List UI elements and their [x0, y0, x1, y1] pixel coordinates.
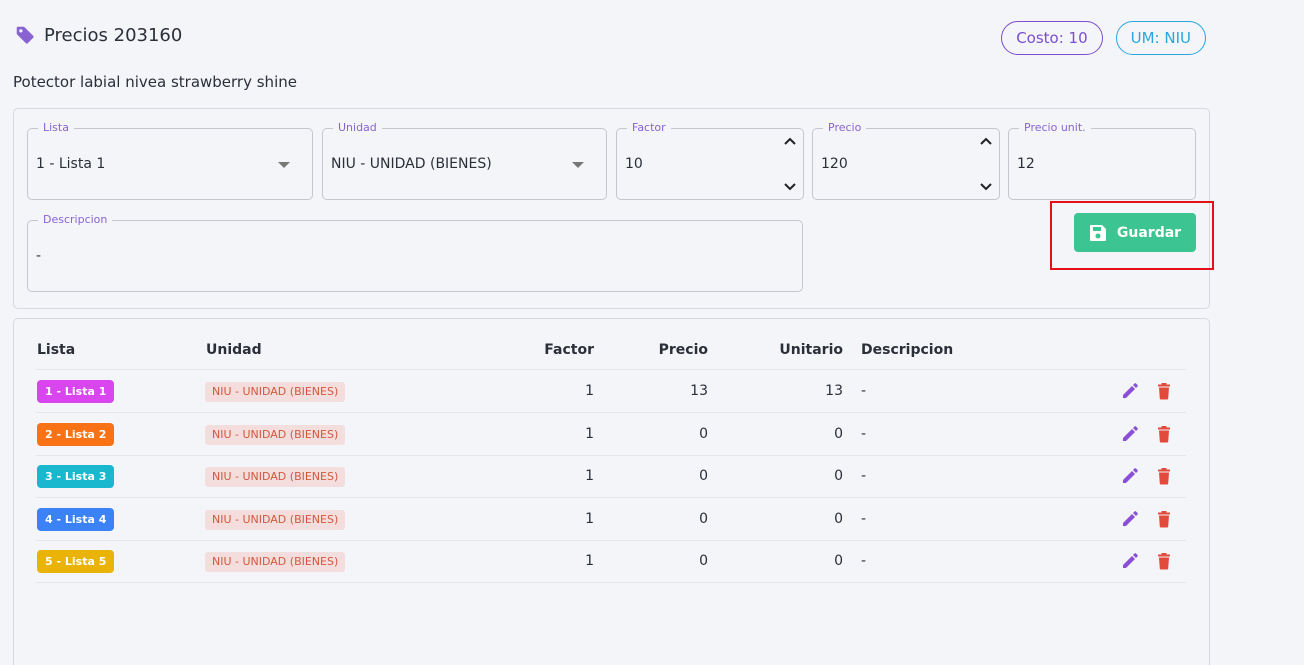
- descripcion-cell: -: [861, 425, 867, 442]
- precio-cell: 0: [699, 553, 708, 569]
- header-descripcion: Descripcion: [861, 342, 954, 358]
- descripcion-cell: -: [861, 383, 867, 399]
- dropdown-arrow-icon: [572, 162, 584, 168]
- dropdown-arrow-icon: [278, 162, 290, 168]
- product-description: Potector labial nivea strawberry shine: [13, 73, 297, 91]
- precio-value: 120: [821, 156, 848, 172]
- precio-unit-input[interactable]: Precio unit. 12: [1008, 121, 1196, 200]
- lista-badge: 4 - Lista 4: [37, 507, 115, 531]
- edit-icon[interactable]: [1121, 467, 1139, 485]
- precio-unit-label: Precio unit.: [1019, 121, 1091, 134]
- lista-badge: 3 - Lista 3: [37, 465, 115, 488]
- header-unitario: Unitario: [779, 342, 843, 358]
- table-row: 5 - Lista 5 NIU - UNIDAD (BIENES) 1 0 0 -: [36, 540, 1186, 583]
- table-header: Lista Unidad Factor Precio Unitario Desc…: [36, 333, 1186, 370]
- lista-badge: 5 - Lista 5: [37, 550, 115, 573]
- precio-label: Precio: [823, 121, 867, 134]
- factor-cell: 1: [585, 510, 594, 527]
- costo-chip: Costo: 10: [1001, 21, 1103, 55]
- unidad-badge: NIU - UNIDAD (BIENES): [205, 509, 346, 530]
- lista-value: 1 - Lista 1: [36, 156, 106, 172]
- page-header: Precios 203160: [14, 24, 182, 46]
- trash-icon[interactable]: [1155, 425, 1173, 443]
- header-lista: Lista: [37, 342, 76, 358]
- edit-icon[interactable]: [1121, 510, 1139, 528]
- unidad-badge: NIU - UNIDAD (BIENES): [205, 467, 346, 487]
- descripcion-input[interactable]: Descripcion -: [27, 213, 803, 292]
- chevron-down-icon[interactable]: [783, 179, 797, 193]
- edit-icon[interactable]: [1121, 552, 1139, 570]
- trash-icon[interactable]: [1155, 467, 1173, 485]
- um-chip: UM: NIU: [1115, 21, 1206, 55]
- unidad-badge: NIU - UNIDAD (BIENES): [205, 382, 346, 402]
- factor-cell: 1: [585, 383, 594, 399]
- lista-select[interactable]: Lista 1 - Lista 1: [27, 121, 313, 200]
- precio-input[interactable]: Precio 120: [812, 121, 1000, 200]
- trash-icon[interactable]: [1155, 552, 1173, 570]
- page-title: Precios 203160: [44, 24, 183, 46]
- chevron-down-icon[interactable]: [979, 179, 993, 193]
- unitario-cell: 13: [825, 383, 843, 399]
- unidad-select[interactable]: Unidad NIU - UNIDAD (BIENES): [322, 121, 607, 200]
- header-unidad: Unidad: [206, 342, 262, 358]
- precio-cell: 13: [690, 383, 708, 399]
- lista-badge: 1 - Lista 1: [37, 380, 115, 403]
- chevron-up-icon[interactable]: [979, 135, 993, 149]
- precio-unit-value: 12: [1017, 156, 1035, 172]
- table-row: 1 - Lista 1 NIU - UNIDAD (BIENES) 1 13 13 -: [36, 370, 1186, 413]
- tag-icon: [16, 26, 34, 44]
- factor-label: Factor: [627, 121, 671, 134]
- descripcion-cell: -: [861, 553, 867, 569]
- factor-cell: 1: [585, 468, 594, 484]
- header-factor: Factor: [544, 342, 594, 358]
- factor-cell: 1: [585, 553, 594, 569]
- price-form: Lista 1 - Lista 1 Unidad NIU - UNIDAD (B…: [13, 108, 1210, 309]
- header-precio: Precio: [658, 342, 708, 358]
- table-row: 4 - Lista 4 NIU - UNIDAD (BIENES) 1 0 0 -: [36, 498, 1186, 541]
- highlight-box: [1050, 201, 1214, 270]
- unidad-badge: NIU - UNIDAD (BIENES): [205, 552, 346, 572]
- descripcion-label: Descripcion: [38, 213, 113, 226]
- unitario-cell: 0: [834, 468, 843, 484]
- precio-cell: 0: [699, 468, 708, 484]
- factor-input[interactable]: Factor 10: [616, 121, 804, 200]
- table-row: 2 - Lista 2 NIU - UNIDAD (BIENES) 1 0 0 -: [36, 413, 1186, 456]
- trash-icon[interactable]: [1155, 510, 1173, 528]
- trash-icon[interactable]: [1155, 382, 1173, 400]
- descripcion-cell: -: [861, 468, 867, 484]
- descripcion-cell: -: [861, 510, 867, 527]
- unitario-cell: 0: [834, 510, 843, 527]
- lista-label: Lista: [38, 121, 74, 134]
- unidad-label: Unidad: [333, 121, 382, 134]
- unitario-cell: 0: [834, 425, 843, 442]
- unidad-value: NIU - UNIDAD (BIENES): [331, 156, 492, 172]
- descripcion-value: -: [36, 248, 42, 264]
- table-row: 3 - Lista 3 NIU - UNIDAD (BIENES) 1 0 0 -: [36, 455, 1186, 498]
- summary-chips: Costo: 10 UM: NIU: [1001, 21, 1206, 55]
- unitario-cell: 0: [834, 553, 843, 569]
- factor-cell: 1: [585, 425, 594, 442]
- edit-icon[interactable]: [1121, 425, 1139, 443]
- unidad-badge: NIU - UNIDAD (BIENES): [205, 424, 346, 445]
- precio-cell: 0: [699, 425, 708, 442]
- lista-badge: 2 - Lista 2: [37, 422, 115, 446]
- chevron-up-icon[interactable]: [783, 135, 797, 149]
- factor-value: 10: [625, 156, 643, 172]
- prices-table: Lista Unidad Factor Precio Unitario Desc…: [13, 318, 1210, 665]
- edit-icon[interactable]: [1121, 382, 1139, 400]
- precio-cell: 0: [699, 510, 708, 527]
